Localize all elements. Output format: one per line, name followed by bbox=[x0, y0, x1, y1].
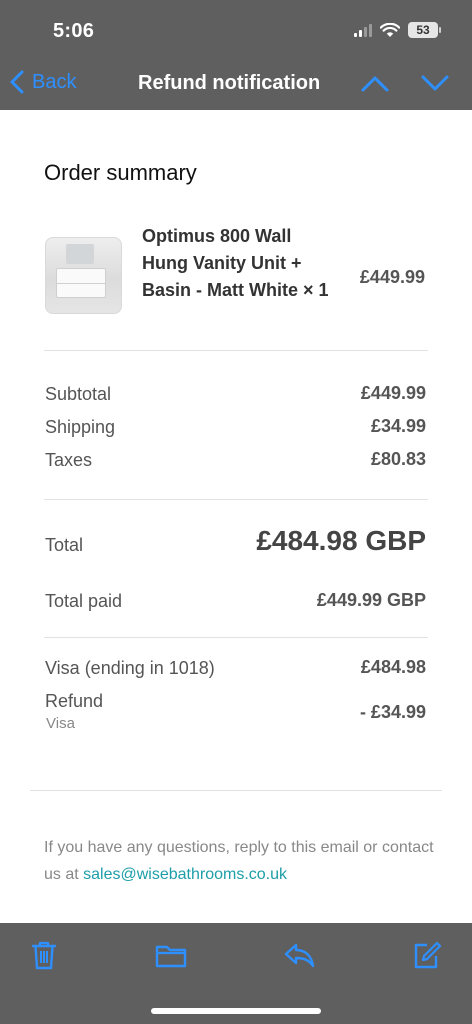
battery-level: 53 bbox=[416, 23, 430, 37]
footer-text: If you have any questions, reply to this… bbox=[44, 834, 444, 888]
shipping-value: £34.99 bbox=[370, 416, 426, 436]
contact-email-link[interactable]: sales@wisebathrooms.co.uk bbox=[83, 866, 287, 883]
drawer-line bbox=[56, 283, 106, 284]
subtotal-value: £449.99 bbox=[360, 383, 426, 403]
refund-method: Visa bbox=[46, 715, 75, 732]
folder-icon[interactable] bbox=[155, 939, 187, 971]
total-value: £484.98 GBP bbox=[256, 525, 426, 556]
status-bar: 5:06 53 bbox=[0, 0, 472, 56]
order-summary-heading: Order summary bbox=[44, 160, 197, 185]
status-time: 5:06 bbox=[53, 20, 95, 42]
nav-bar: Back Refund notification bbox=[0, 56, 472, 110]
page-title: Refund notification bbox=[138, 72, 321, 94]
compose-icon[interactable] bbox=[412, 939, 442, 971]
status-icons: 53 bbox=[354, 22, 441, 38]
home-indicator[interactable] bbox=[151, 1008, 321, 1014]
divider bbox=[30, 790, 442, 791]
subtotal-label: Subtotal bbox=[45, 384, 112, 404]
product-price: £449.99 bbox=[359, 267, 425, 287]
cellular-signal-icon bbox=[354, 23, 372, 37]
chevron-down-icon[interactable] bbox=[420, 72, 450, 94]
wifi-icon bbox=[380, 22, 400, 37]
payment-value: £484.98 bbox=[360, 657, 426, 677]
payment-label: Visa (ending in 1018) bbox=[45, 658, 215, 678]
divider bbox=[44, 637, 428, 638]
taxes-label: Taxes bbox=[45, 450, 93, 470]
shipping-label: Shipping bbox=[45, 417, 116, 437]
refund-label: Refund bbox=[45, 691, 104, 711]
total-paid-label: Total paid bbox=[45, 591, 123, 611]
back-button[interactable]: Back bbox=[10, 70, 76, 94]
product-image bbox=[45, 237, 122, 314]
mirror-shape bbox=[66, 244, 94, 264]
divider bbox=[44, 499, 428, 500]
divider bbox=[44, 350, 428, 351]
total-paid-value: £449.99 GBP bbox=[316, 590, 426, 610]
taxes-value: £80.83 bbox=[370, 449, 426, 469]
product-name: Optimus 800 Wall Hung Vanity Unit + Basi… bbox=[142, 226, 329, 300]
back-label: Back bbox=[32, 70, 77, 93]
total-label: Total bbox=[45, 535, 84, 555]
chevron-up-icon[interactable] bbox=[360, 72, 390, 94]
battery-icon: 53 bbox=[408, 22, 441, 38]
email-body: Order summary Optimus 800 Wall Hung Vani… bbox=[0, 110, 472, 923]
reply-icon[interactable] bbox=[283, 939, 315, 971]
trash-icon[interactable] bbox=[30, 939, 58, 971]
chevron-left-icon bbox=[10, 70, 24, 94]
refund-value: - £34.99 bbox=[359, 702, 426, 722]
